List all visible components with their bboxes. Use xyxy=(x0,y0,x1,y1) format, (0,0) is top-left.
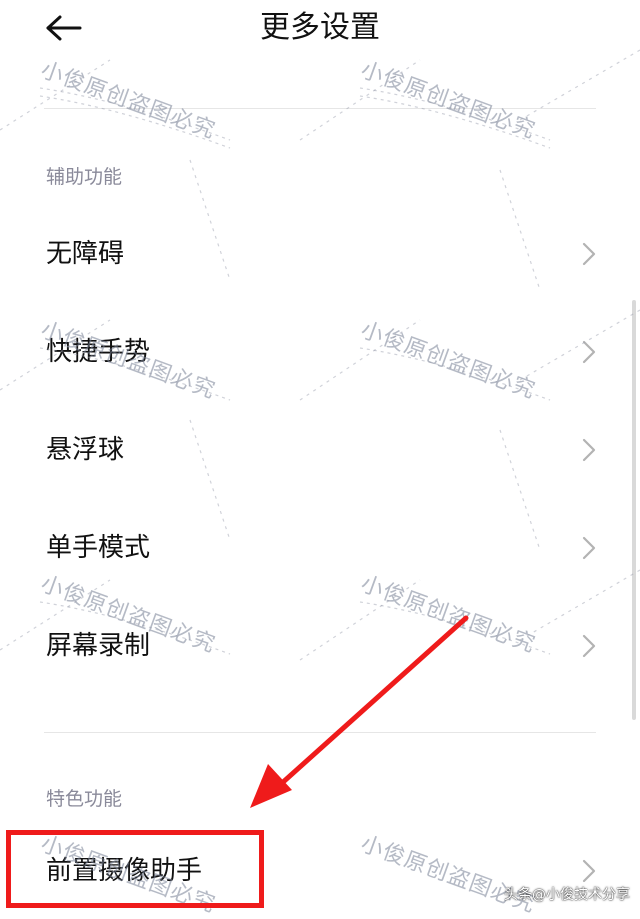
chevron-right-icon xyxy=(582,634,596,658)
section-label-accessibility: 辅助功能 xyxy=(46,166,123,188)
section-label-features: 特色功能 xyxy=(46,788,123,810)
menu-item-accessibility[interactable]: 无障碍 xyxy=(0,206,640,302)
chevron-right-icon xyxy=(582,438,596,462)
menu-item-label: 快捷手势 xyxy=(46,337,151,367)
chevron-right-icon xyxy=(582,242,596,266)
menu-item-label: 前置摄像助手 xyxy=(46,856,203,886)
menu-item-quick-gestures[interactable]: 快捷手势 xyxy=(0,304,640,400)
watermark: 小俊原创盗图必究 xyxy=(37,57,219,145)
divider xyxy=(44,732,596,733)
scrollbar[interactable] xyxy=(632,300,636,720)
divider xyxy=(44,108,596,109)
chevron-right-icon xyxy=(582,859,596,883)
chevron-right-icon xyxy=(582,340,596,364)
menu-item-label: 屏幕录制 xyxy=(46,631,151,661)
menu-item-screen-recording[interactable]: 屏幕录制 xyxy=(0,598,640,694)
menu-item-one-handed-mode[interactable]: 单手模式 xyxy=(0,500,640,596)
menu-item-label: 悬浮球 xyxy=(46,435,125,465)
page-title: 更多设置 xyxy=(260,10,380,45)
watermark: 小俊原创盗图必究 xyxy=(357,57,539,145)
credit-watermark: 头条@小俊技术分享 xyxy=(504,887,630,903)
menu-item-label: 单手模式 xyxy=(46,533,151,563)
top-bar: 更多设置 xyxy=(0,0,640,60)
menu-item-label: 无障碍 xyxy=(46,239,125,269)
menu-item-floating-ball[interactable]: 悬浮球 xyxy=(0,402,640,498)
chevron-right-icon xyxy=(582,536,596,560)
